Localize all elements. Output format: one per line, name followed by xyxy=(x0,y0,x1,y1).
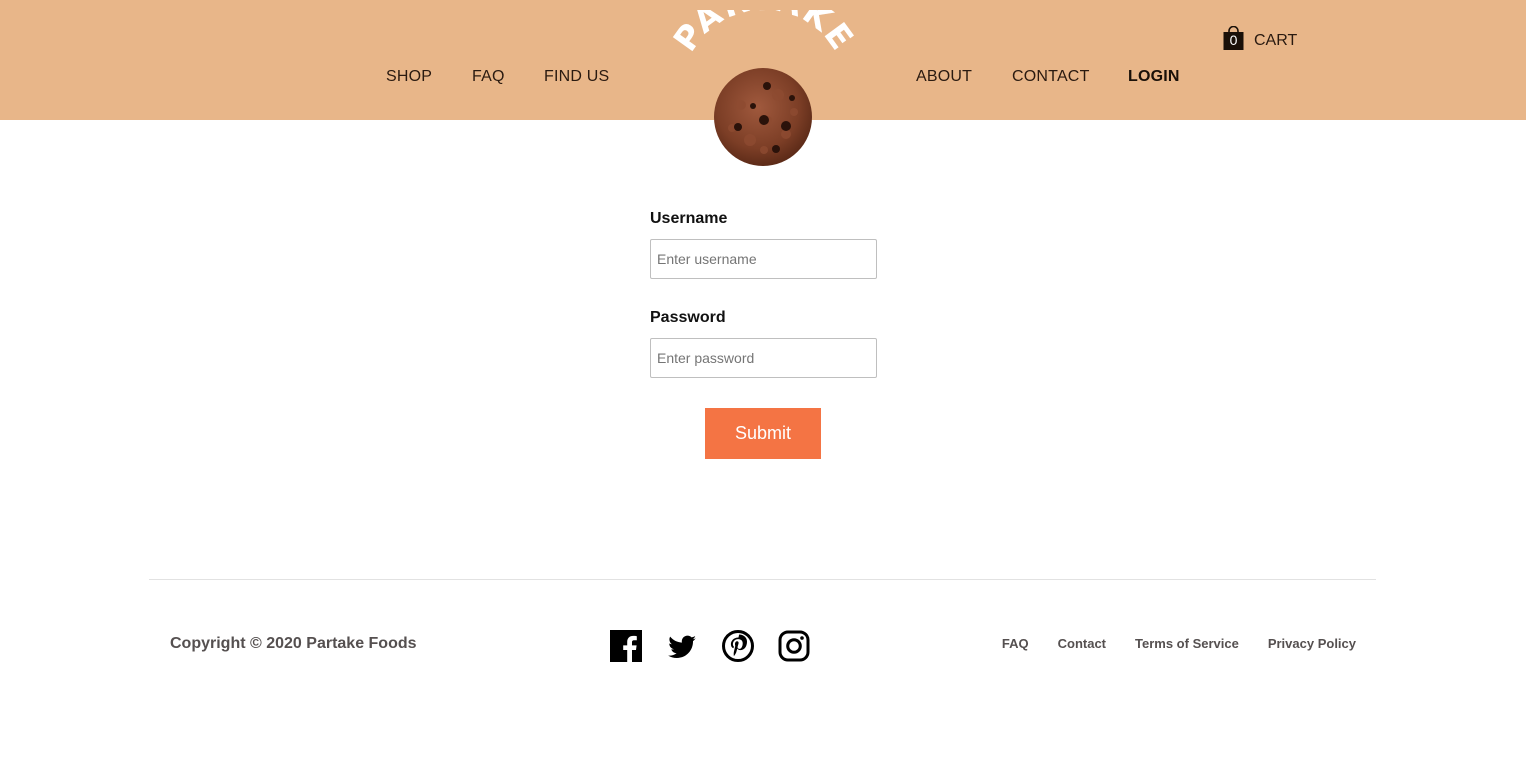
username-field-group: Username xyxy=(650,210,877,279)
partake-logo[interactable]: PARTAKE xyxy=(665,0,860,170)
cart-label: CART xyxy=(1254,32,1298,49)
login-form: Username Password xyxy=(650,210,877,378)
password-label: Password xyxy=(650,309,726,326)
footer-terms-link[interactable]: Terms of Service xyxy=(1135,636,1239,651)
nav-find-us-link[interactable]: FIND US xyxy=(544,68,609,86)
password-input[interactable] xyxy=(650,338,877,378)
nav-shop-link[interactable]: SHOP xyxy=(386,68,432,86)
social-links xyxy=(610,630,810,662)
facebook-icon[interactable] xyxy=(610,630,642,662)
password-field-group: Password xyxy=(650,309,877,378)
nav-login-link[interactable]: LOGIN xyxy=(1128,68,1180,86)
nav-about-link[interactable]: ABOUT xyxy=(916,68,972,86)
svg-text:PARTAKE: PARTAKE xyxy=(668,10,858,58)
copyright-text: Copyright © 2020 Partake Foods xyxy=(170,635,417,652)
shopping-bag-icon: 0 xyxy=(1223,26,1244,50)
pinterest-icon[interactable] xyxy=(722,630,754,662)
nav-contact-link[interactable]: CONTACT xyxy=(1012,68,1090,86)
twitter-icon[interactable] xyxy=(666,630,698,662)
instagram-icon[interactable] xyxy=(778,630,810,662)
cookie-logo: PARTAKE xyxy=(665,0,860,166)
footer-contact-link[interactable]: Contact xyxy=(1058,636,1106,651)
nav-faq-link[interactable]: FAQ xyxy=(472,68,505,86)
cart-count: 0 xyxy=(1229,32,1238,48)
footer-links: FAQ Contact Terms of Service Privacy Pol… xyxy=(1002,636,1356,651)
footer-faq-link[interactable]: FAQ xyxy=(1002,636,1029,651)
username-input[interactable] xyxy=(650,239,877,279)
logo-text: PARTAKE xyxy=(665,0,860,58)
footer-divider xyxy=(149,579,1376,580)
footer-privacy-link[interactable]: Privacy Policy xyxy=(1268,636,1356,651)
submit-button[interactable]: Submit xyxy=(705,408,821,459)
cart-button[interactable]: 0 CART xyxy=(1223,26,1297,50)
username-label: Username xyxy=(650,210,728,227)
